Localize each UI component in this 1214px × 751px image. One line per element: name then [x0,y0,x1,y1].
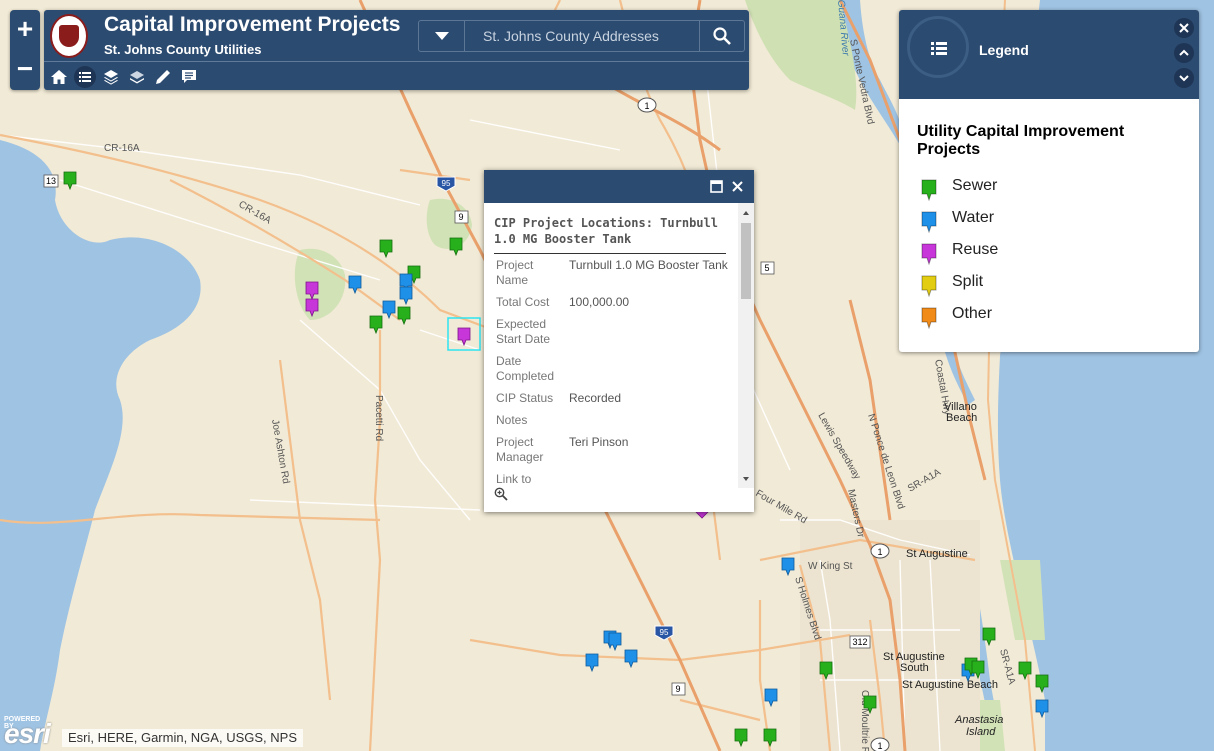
svg-text:Pacetti Rd: Pacetti Rd [373,395,384,441]
close-icon [1179,23,1189,33]
search-icon [713,27,731,45]
list-icon [79,72,91,82]
app-subtitle: St. Johns County Utilities [104,42,262,57]
legend-layer-title: Utility Capital Improvement Projects [917,123,1125,158]
popup-field-label: Project Manager [496,435,544,464]
zoom-to-icon[interactable] [494,487,508,501]
home-button[interactable] [48,66,70,88]
svg-text:13: 13 [46,176,56,186]
svg-text:W King St: W King St [808,561,853,572]
legend-item-label: Water [952,209,995,226]
popup-header [484,170,754,203]
county-seal-logo [50,14,88,58]
popup-scrollbar[interactable] [738,203,754,488]
legend-title: Legend [979,42,1029,58]
svg-text:95: 95 [442,179,451,188]
svg-text:1: 1 [877,547,882,557]
legend-close-button[interactable] [1174,18,1194,38]
basemap-button[interactable] [126,66,148,88]
measure-button[interactable] [152,66,174,88]
svg-text:CR-16A: CR-16A [104,143,140,154]
svg-text:9: 9 [675,684,680,694]
search-source-dropdown[interactable] [419,21,465,51]
popup-body: CIP Project Locations: Turnbull 1.0 MG B… [484,203,738,512]
list-icon [931,42,947,55]
legend-item-label: Reuse [952,241,999,258]
search-box [418,20,745,52]
svg-text:5: 5 [764,263,769,273]
chevron-up-icon [1179,49,1189,56]
powered-by-label: POWERED BY [4,716,41,730]
layers-icon [104,70,118,85]
zoom-out-button[interactable]: − [10,50,40,90]
popup-field-label: Notes [496,413,528,427]
popup-field-value: Turnbull 1.0 MG Booster Tank [569,258,728,272]
scrollbar-thumb[interactable] [741,223,751,299]
feature-popup: CIP Project Locations: Turnbull 1.0 MG B… [484,170,754,512]
svg-text:Beach: Beach [946,412,977,424]
marker-split-icon [921,275,937,297]
address-search-input[interactable] [465,21,700,51]
caret-down-icon [434,32,449,40]
layers-button[interactable] [100,66,122,88]
header-divider [44,61,749,62]
legend-panel: Legend Utility Capital Improvement Proje… [899,10,1199,352]
legend-button[interactable] [74,66,96,88]
legend-header-ring [907,16,969,78]
svg-text:Anastasia: Anastasia [954,714,1003,726]
popup-field-value: 100,000.00 [569,295,630,309]
svg-text:St Augustine: St Augustine [906,548,968,560]
svg-text:South: South [900,662,929,674]
popup-maximize-button[interactable] [710,180,724,194]
popup-field-label: Total Cost [496,295,550,309]
marker-sewer-icon [921,179,937,201]
svg-text:St Augustine Beach: St Augustine Beach [902,679,998,691]
maximize-icon [710,180,723,193]
scroll-up-icon[interactable] [738,207,754,219]
svg-text:312: 312 [852,637,867,647]
legend-collapse-button[interactable] [1174,43,1194,63]
legend-item-label: Sewer [952,177,998,194]
chevron-down-icon [1179,75,1189,82]
legend-item-label: Split [952,273,984,290]
legend-item-label: Other [952,305,993,322]
popup-close-button[interactable] [731,180,745,194]
app-header: Capital Improvement Projects St. Johns C… [44,10,749,90]
map-credits: Esri, HERE, Garmin, NGA, USGS, NPS [62,729,303,747]
popup-field-label: CIP Status [496,391,554,405]
marker-other-icon [921,307,937,329]
home-icon [51,70,67,84]
marker-reuse-icon [921,243,937,265]
measure-icon [156,70,170,84]
popup-field-label: Link to [496,472,532,486]
app-title: Capital Improvement Projects [104,13,401,36]
zoom-in-button[interactable]: + [10,10,40,50]
legend-expand-button[interactable] [1174,68,1194,88]
popup-field-value: Recorded [569,391,622,405]
popup-field-label: Expected Start Date [496,317,551,346]
svg-text:9: 9 [458,212,463,222]
close-icon [732,181,743,192]
popup-field-label: Date Completed [496,354,555,383]
popup-title: CIP Project Locations: Turnbull 1.0 MG B… [494,215,726,254]
basemap-icon [130,71,144,84]
scroll-down-icon[interactable] [738,473,754,485]
svg-text:Island: Island [966,726,996,738]
about-icon [182,70,196,83]
popup-field-value: Teri Pinson [569,435,629,449]
svg-text:95: 95 [660,628,669,637]
marker-water-icon [921,211,937,233]
svg-text:1: 1 [644,101,649,111]
about-button[interactable] [178,66,200,88]
search-button[interactable] [699,21,744,51]
svg-text:1: 1 [877,741,882,751]
zoom-control: + − [10,10,40,90]
legend-header: Legend [899,10,1199,99]
popup-field-label: Project Name [496,258,534,287]
